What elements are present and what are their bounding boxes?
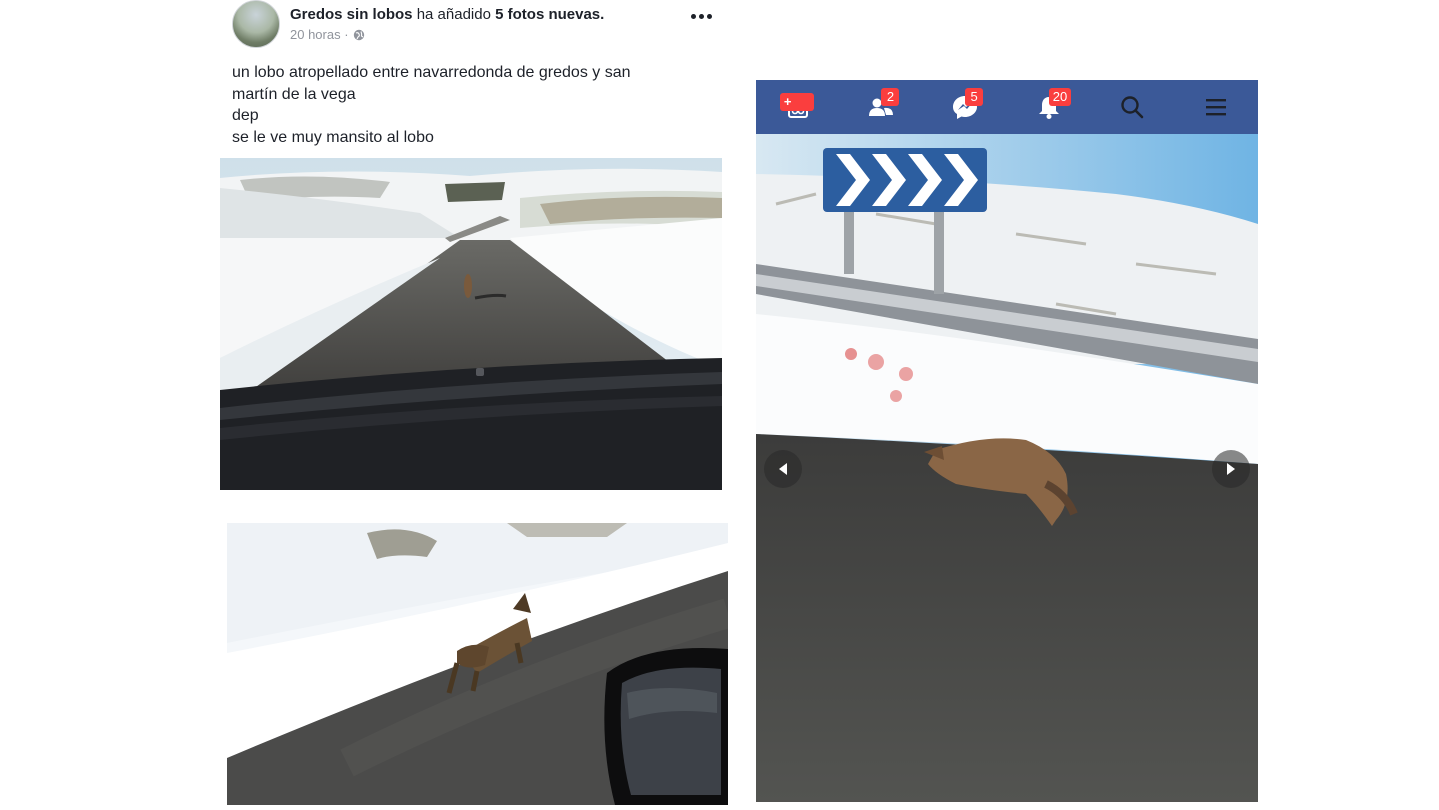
post-text-line: dep bbox=[232, 107, 259, 124]
nav-home[interactable]: + bbox=[774, 87, 822, 127]
chevron-left-icon[interactable] bbox=[764, 450, 802, 488]
post-timestamp-row: 20 horas · bbox=[290, 27, 710, 42]
facebook-nav-bar: + 2 5 20 bbox=[756, 80, 1258, 134]
post-timestamp[interactable]: 20 horas · bbox=[290, 27, 349, 42]
phone-screenshot: + 2 5 20 bbox=[756, 80, 1258, 802]
post-action: ha añadido bbox=[416, 6, 491, 23]
messenger-badge: 5 bbox=[965, 88, 984, 106]
nav-menu[interactable] bbox=[1192, 87, 1240, 127]
avatar[interactable] bbox=[232, 0, 280, 48]
search-icon bbox=[1121, 96, 1144, 119]
post-photo-wolf[interactable] bbox=[227, 523, 728, 805]
globe-icon bbox=[353, 29, 364, 40]
post-text-line: se le ve muy mansito al lobo bbox=[232, 128, 434, 146]
menu-icon bbox=[1206, 99, 1227, 116]
photo-wolf-image bbox=[227, 523, 728, 805]
home-badge: + bbox=[779, 93, 814, 111]
post-meta: Gredos sin lobos ha añadido 5 fotos nuev… bbox=[290, 6, 710, 42]
chevron-right-icon[interactable] bbox=[1212, 450, 1250, 488]
notifications-badge: 20 bbox=[1048, 88, 1072, 106]
post-text: un lobo atropellado entre navarredonda d… bbox=[232, 62, 712, 148]
nav-search[interactable] bbox=[1108, 87, 1156, 127]
post-headline: Gredos sin lobos ha añadido 5 fotos nuev… bbox=[290, 6, 710, 24]
photo-dead-wolf-image bbox=[756, 134, 1258, 802]
nav-messenger[interactable]: 5 bbox=[941, 87, 989, 127]
phone-photo-dead-wolf[interactable] bbox=[756, 134, 1258, 802]
photos-count-link[interactable]: 5 fotos nuevas. bbox=[495, 6, 604, 23]
post-text-line: martín de la vega bbox=[232, 85, 356, 103]
author-name[interactable]: Gredos sin lobos bbox=[290, 6, 413, 23]
post-header: Gredos sin lobos ha añadido 5 fotos nuev… bbox=[232, 0, 722, 50]
friends-badge: 2 bbox=[881, 88, 900, 106]
ellipsis-icon[interactable] bbox=[686, 2, 716, 30]
nav-friends[interactable]: 2 bbox=[857, 87, 905, 127]
photo-road-image bbox=[220, 158, 722, 490]
post-text-line: un lobo atropellado entre navarredonda d… bbox=[232, 64, 631, 81]
post-photo-road[interactable] bbox=[220, 158, 722, 490]
nav-notifications[interactable]: 20 bbox=[1025, 87, 1073, 127]
